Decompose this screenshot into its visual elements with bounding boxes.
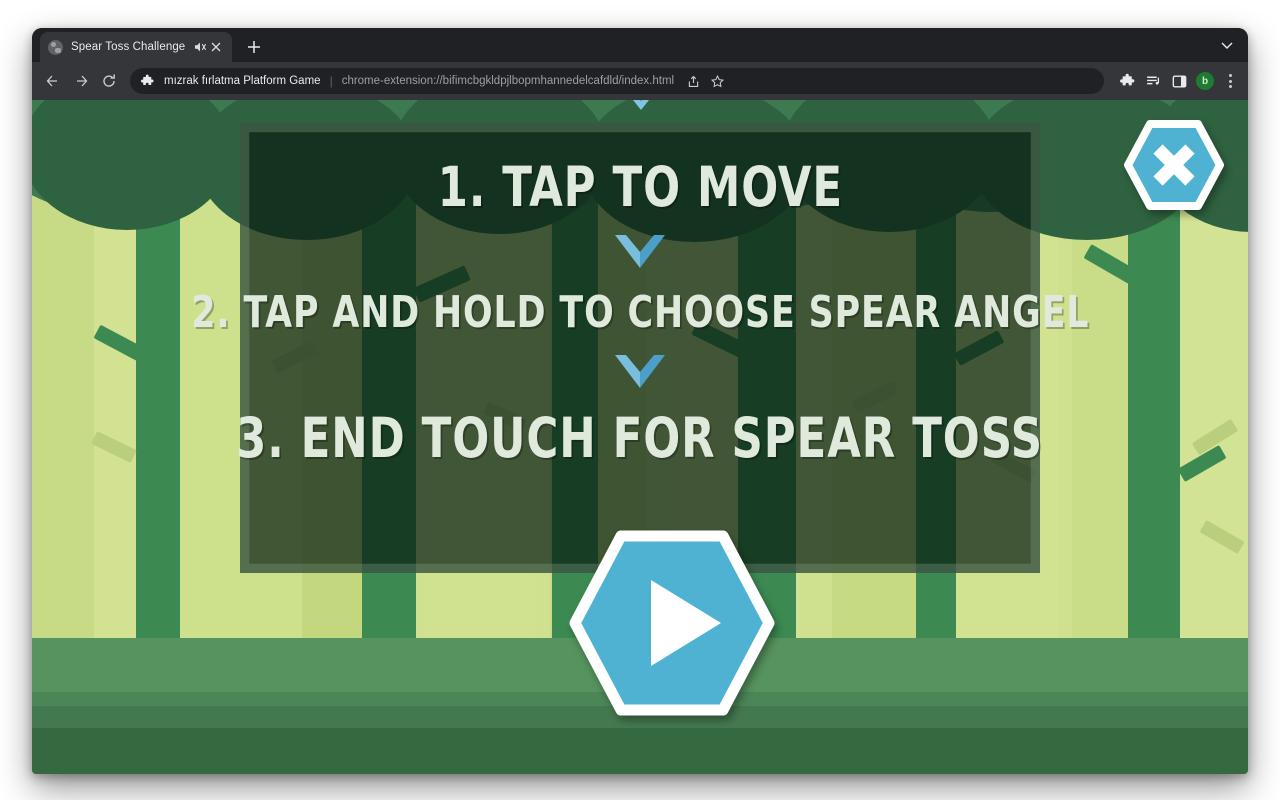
playlist-music-icon[interactable] (1142, 70, 1164, 92)
browser-toolbar: mızrak fırlatma Platform Game | chrome-e… (32, 62, 1248, 100)
instructions-panel: 1. TAP TO MOVE 2. TAP AND HOLD TO CHOOSE… (191, 123, 1088, 573)
play-button[interactable] (569, 530, 775, 716)
instruction-step-2: 2. TAP AND HOLD TO CHOOSE SPEAR ANGEL (190, 287, 1090, 338)
share-icon[interactable] (682, 70, 704, 92)
browser-window: Spear Toss Challenge mızrak fırlatma Pla… (32, 28, 1248, 774)
kebab-menu-icon[interactable] (1220, 71, 1240, 91)
chevron-down-icon[interactable] (1218, 38, 1236, 52)
page-url: chrome-extension://bifimcbgkldpjlbopmhan… (341, 75, 675, 87)
reload-icon[interactable] (96, 68, 122, 94)
globe-icon (48, 39, 63, 55)
arrow-forward-icon[interactable] (68, 68, 94, 94)
chevron-down-icon (612, 352, 668, 394)
avatar[interactable]: b (1194, 70, 1216, 92)
address-bar[interactable]: mızrak fırlatma Platform Game | chrome-e… (130, 68, 1104, 94)
new-tab-button[interactable] (244, 37, 264, 57)
speaker-mute-icon[interactable] (192, 39, 208, 55)
game-canvas[interactable]: 1. TAP TO MOVE 2. TAP AND HOLD TO CHOOSE… (32, 100, 1248, 774)
chevron-down-icon (621, 100, 661, 118)
tab-title: Spear Toss Challenge (71, 41, 186, 53)
close-button[interactable] (1124, 120, 1224, 210)
tab-strip: Spear Toss Challenge (32, 28, 1248, 62)
side-panel-icon[interactable] (1168, 70, 1190, 92)
instruction-step-3: 3. END TOUCH FOR SPEAR TOSS (236, 406, 1044, 470)
extension-name: mızrak fırlatma Platform Game (164, 75, 321, 87)
puzzle-piece-icon (140, 74, 155, 89)
avatar-initial: b (1196, 72, 1214, 90)
browser-tab[interactable]: Spear Toss Challenge (40, 32, 232, 62)
star-icon[interactable] (706, 70, 728, 92)
extensions-icon[interactable] (1116, 70, 1138, 92)
chevron-down-icon (612, 232, 668, 274)
instruction-step-1: 1. TAP TO MOVE (437, 155, 843, 219)
omnibox-separator: | (329, 74, 333, 88)
arrow-back-icon[interactable] (40, 68, 66, 94)
close-icon[interactable] (208, 39, 224, 55)
